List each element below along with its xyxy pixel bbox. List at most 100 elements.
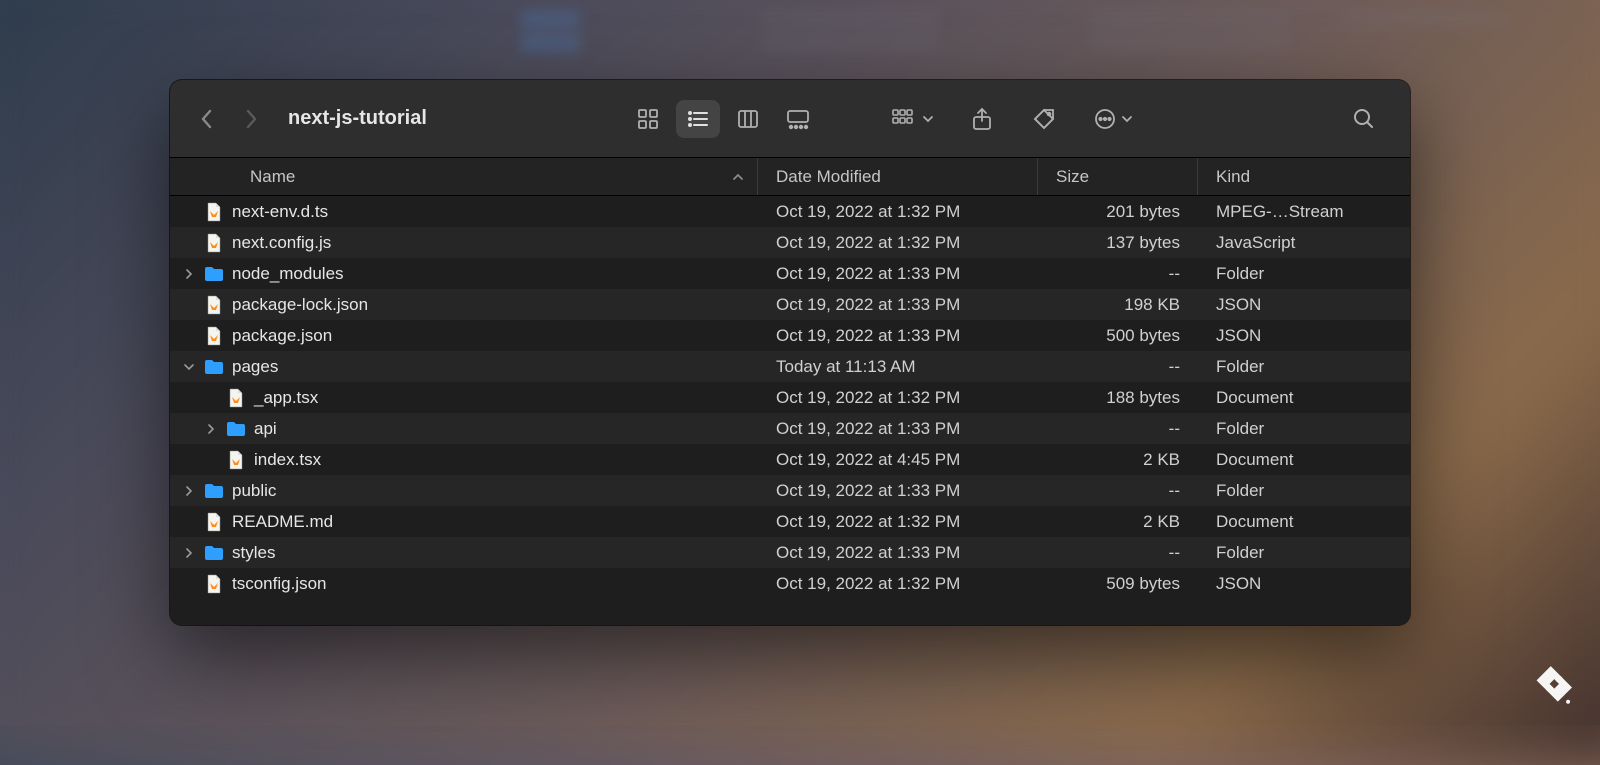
file-row[interactable]: next.config.js Oct 19, 2022 at 1:32 PM137… [170,227,1410,258]
file-name: tsconfig.json [232,574,327,594]
file-row[interactable]: styles Oct 19, 2022 at 1:33 PM--Folder [170,537,1410,568]
file-date: Oct 19, 2022 at 1:32 PM [758,574,1038,594]
file-date: Oct 19, 2022 at 1:32 PM [758,233,1038,253]
share-button[interactable] [960,100,1004,138]
header-size[interactable]: Size [1038,158,1198,195]
file-kind: JSON [1198,574,1410,594]
file-kind: Document [1198,512,1410,532]
header-kind[interactable]: Kind [1198,158,1410,195]
file-name: styles [232,543,275,563]
file-date: Oct 19, 2022 at 1:32 PM [758,202,1038,222]
file-kind: Folder [1198,419,1410,439]
file-list: next-env.d.tsOct 19, 2022 at 1:32 PM201 … [170,196,1410,625]
disclosure-triangle-icon [182,236,196,250]
file-row[interactable]: package-lock.jsonOct 19, 2022 at 1:33 PM… [170,289,1410,320]
file-kind: Folder [1198,481,1410,501]
file-icon [204,202,224,222]
file-kind: Folder [1198,543,1410,563]
forward-button[interactable] [238,106,264,132]
file-name: node_modules [232,264,344,284]
folder-icon [204,264,224,284]
back-button[interactable] [194,106,220,132]
file-icon [226,388,246,408]
file-name: api [254,419,277,439]
file-date: Oct 19, 2022 at 1:33 PM [758,264,1038,284]
folder-icon [204,357,224,377]
disclosure-triangle-icon [182,329,196,343]
file-name: pages [232,357,278,377]
file-row[interactable]: publicOct 19, 2022 at 1:33 PM--Folder [170,475,1410,506]
file-date: Oct 19, 2022 at 1:33 PM [758,419,1038,439]
view-mode-group [626,100,820,138]
view-list-button[interactable] [676,100,720,138]
file-date: Oct 19, 2022 at 1:33 PM [758,543,1038,563]
file-size: -- [1038,419,1198,439]
disclosure-triangle-icon [204,391,218,405]
disclosure-triangle-icon[interactable] [182,546,196,560]
tag-button[interactable] [1022,100,1066,138]
file-row[interactable]: pages Today at 11:13 AM--Folder [170,351,1410,382]
folder-icon [204,481,224,501]
file-name: README.md [232,512,333,532]
file-name: next.config.js [232,233,331,253]
disclosure-triangle-icon[interactable] [182,360,196,374]
file-row[interactable]: tsconfig.json Oct 19, 2022 at 1:32 PM509 … [170,568,1410,599]
file-size: 201 bytes [1038,202,1198,222]
file-size: -- [1038,543,1198,563]
file-date: Oct 19, 2022 at 1:32 PM [758,388,1038,408]
file-kind: JSON [1198,295,1410,315]
disclosure-triangle-icon [204,453,218,467]
disclosure-triangle-icon [182,515,196,529]
folder-icon [226,419,246,439]
disclosure-triangle-icon[interactable] [182,484,196,498]
header-name[interactable]: Name [170,158,758,195]
view-icons-button[interactable] [626,100,670,138]
file-icon [204,574,224,594]
file-name: package-lock.json [232,295,368,315]
view-columns-button[interactable] [726,100,770,138]
file-kind: MPEG-…Stream [1198,202,1410,222]
file-row[interactable]: next-env.d.tsOct 19, 2022 at 1:32 PM201 … [170,196,1410,227]
file-row[interactable]: README.md Oct 19, 2022 at 1:32 PM2 KBDocu… [170,506,1410,537]
toptal-logo-icon [1530,665,1572,707]
file-date: Oct 19, 2022 at 1:32 PM [758,512,1038,532]
file-kind: Folder [1198,264,1410,284]
file-row[interactable]: node_modulesOct 19, 2022 at 1:33 PM--Fol… [170,258,1410,289]
folder-icon [204,543,224,563]
file-size: 188 bytes [1038,388,1198,408]
file-row[interactable]: api Oct 19, 2022 at 1:33 PM--Folder [170,413,1410,444]
file-kind: Folder [1198,357,1410,377]
header-date[interactable]: Date Modified [758,158,1038,195]
sort-ascending-icon [731,170,745,184]
view-gallery-button[interactable] [776,100,820,138]
file-size: -- [1038,357,1198,377]
file-kind: JavaScript [1198,233,1410,253]
file-name: package.json [232,326,332,346]
file-row[interactable]: package.jsonOct 19, 2022 at 1:33 PM500 b… [170,320,1410,351]
action-menu-button[interactable] [1084,100,1142,138]
file-size: 509 bytes [1038,574,1198,594]
file-icon [204,512,224,532]
disclosure-triangle-icon[interactable] [182,267,196,281]
file-size: 137 bytes [1038,233,1198,253]
finder-window: next-js-tutorial [170,80,1410,625]
file-size: 2 KB [1038,450,1198,470]
file-size: 198 KB [1038,295,1198,315]
file-name: _app.tsx [254,388,318,408]
file-date: Today at 11:13 AM [758,357,1038,377]
disclosure-triangle-icon[interactable] [204,422,218,436]
file-size: 2 KB [1038,512,1198,532]
file-row[interactable]: index.tsxOct 19, 2022 at 4:45 PM2 KBDocu… [170,444,1410,475]
search-button[interactable] [1342,100,1386,138]
file-icon [204,295,224,315]
window-title: next-js-tutorial [288,107,427,130]
disclosure-triangle-icon [182,205,196,219]
file-row[interactable]: _app.tsx Oct 19, 2022 at 1:32 PM188 bytes… [170,382,1410,413]
file-kind: Document [1198,388,1410,408]
header-name-label: Name [250,167,295,187]
file-icon [226,450,246,470]
file-size: 500 bytes [1038,326,1198,346]
file-date: Oct 19, 2022 at 1:33 PM [758,481,1038,501]
group-by-button[interactable] [884,100,942,138]
file-kind: JSON [1198,326,1410,346]
